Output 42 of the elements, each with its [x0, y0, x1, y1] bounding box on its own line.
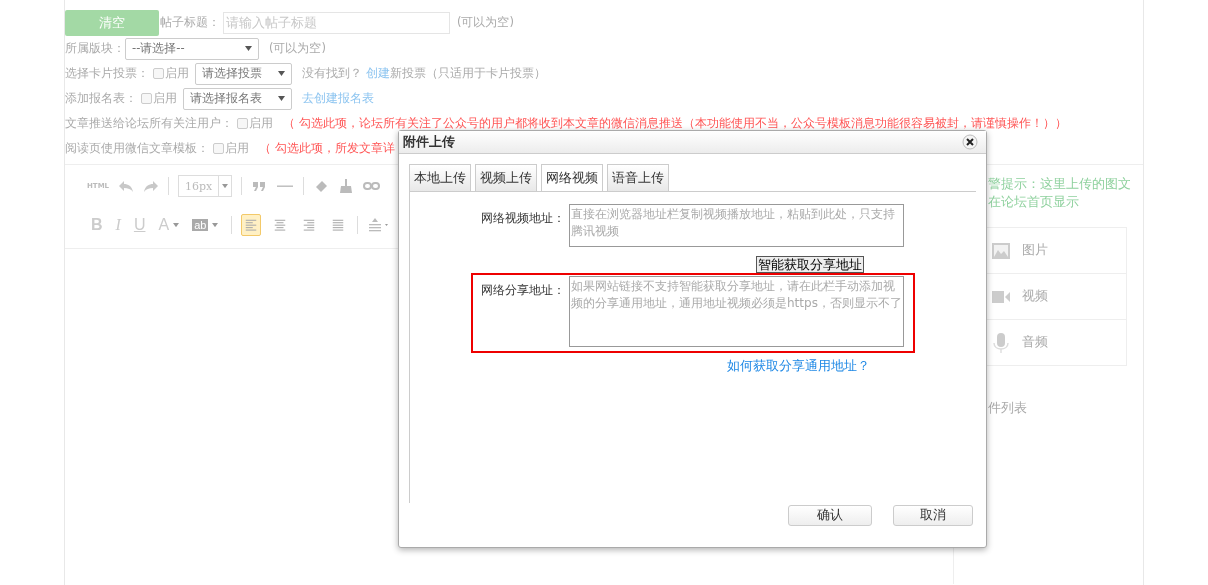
hint-text: 新投票（只适用于卡片投票）	[390, 66, 546, 81]
tip-text: 警提示：这里上传的图文	[988, 175, 1132, 193]
field-label: 阅读页使用微信文章模板：	[65, 141, 209, 156]
field-label: 网络视频地址：	[480, 210, 565, 227]
field-label: 所属版块：	[65, 41, 125, 56]
media-label[interactable]: 图片	[1022, 242, 1048, 259]
hint-text: 没有找到？	[302, 66, 362, 81]
field-label: 选择卡片投票：	[65, 66, 149, 81]
list-title: 件列表	[988, 400, 1028, 417]
url-field[interactable]: 如果网站链接不支持智能获取分享地址，请在此栏手动添加视频的分享通用地址，通用地址视频必须是https，否则显示不了	[569, 276, 904, 347]
media-label[interactable]: 视频	[1022, 288, 1048, 305]
cancel-button[interactable]: 取消	[893, 505, 973, 526]
fetch-button[interactable]: 智能获取分享地址	[756, 256, 864, 273]
tab[interactable]: 视频上传	[475, 164, 537, 191]
checkbox-label: 启用	[165, 66, 189, 81]
clear-button[interactable]: 清空	[65, 9, 159, 36]
warning-text: （ 勾选此项，所发文章详	[259, 141, 395, 156]
field-label: 网络分享地址：	[480, 282, 565, 299]
tab[interactable]: 本地上传	[409, 164, 471, 191]
url-field[interactable]: 直接在浏览器地址栏复制视频播放地址，粘贴到此处，只支持腾讯视频	[569, 204, 904, 247]
dialog-title: 附件上传	[403, 133, 455, 151]
hint-text: (可以为空)	[457, 15, 514, 30]
help-link[interactable]: 如何获取分享通用地址？	[727, 358, 870, 375]
field-label: 文章推送给论坛所有关注用户：	[65, 116, 233, 131]
create-link[interactable]: 创建	[366, 66, 390, 81]
dropdown[interactable]: 请选择投票	[195, 62, 292, 85]
create-link[interactable]: 去创建报名表	[302, 91, 374, 106]
media-label[interactable]: 音频	[1022, 334, 1048, 351]
font-size-select[interactable]: 16px	[178, 175, 233, 197]
checkbox-label: 启用	[249, 116, 273, 131]
dropdown[interactable]: --请选择--	[125, 37, 259, 60]
hint-text: (可以为空)	[269, 41, 326, 56]
dropdown[interactable]: 请选择报名表	[183, 87, 292, 110]
confirm-button[interactable]: 确认	[788, 505, 872, 526]
warning-text: （ 勾选此项，论坛所有关注了公众号的用户都将收到本文章的微信消息推送（本功能使用不当，公众号模板消息功能很容易被封，请谨慎操作！））	[283, 116, 1067, 131]
field-label: 添加报名表：	[65, 91, 137, 106]
field-label: 帖子标题：	[160, 15, 220, 30]
checkbox-label: 启用	[153, 91, 177, 106]
tab[interactable]: 网络视频	[541, 164, 603, 191]
tab[interactable]: 语音上传	[607, 164, 669, 191]
tip-text: 在论坛首页显示	[988, 193, 1080, 211]
checkbox-label: 启用	[225, 141, 249, 156]
